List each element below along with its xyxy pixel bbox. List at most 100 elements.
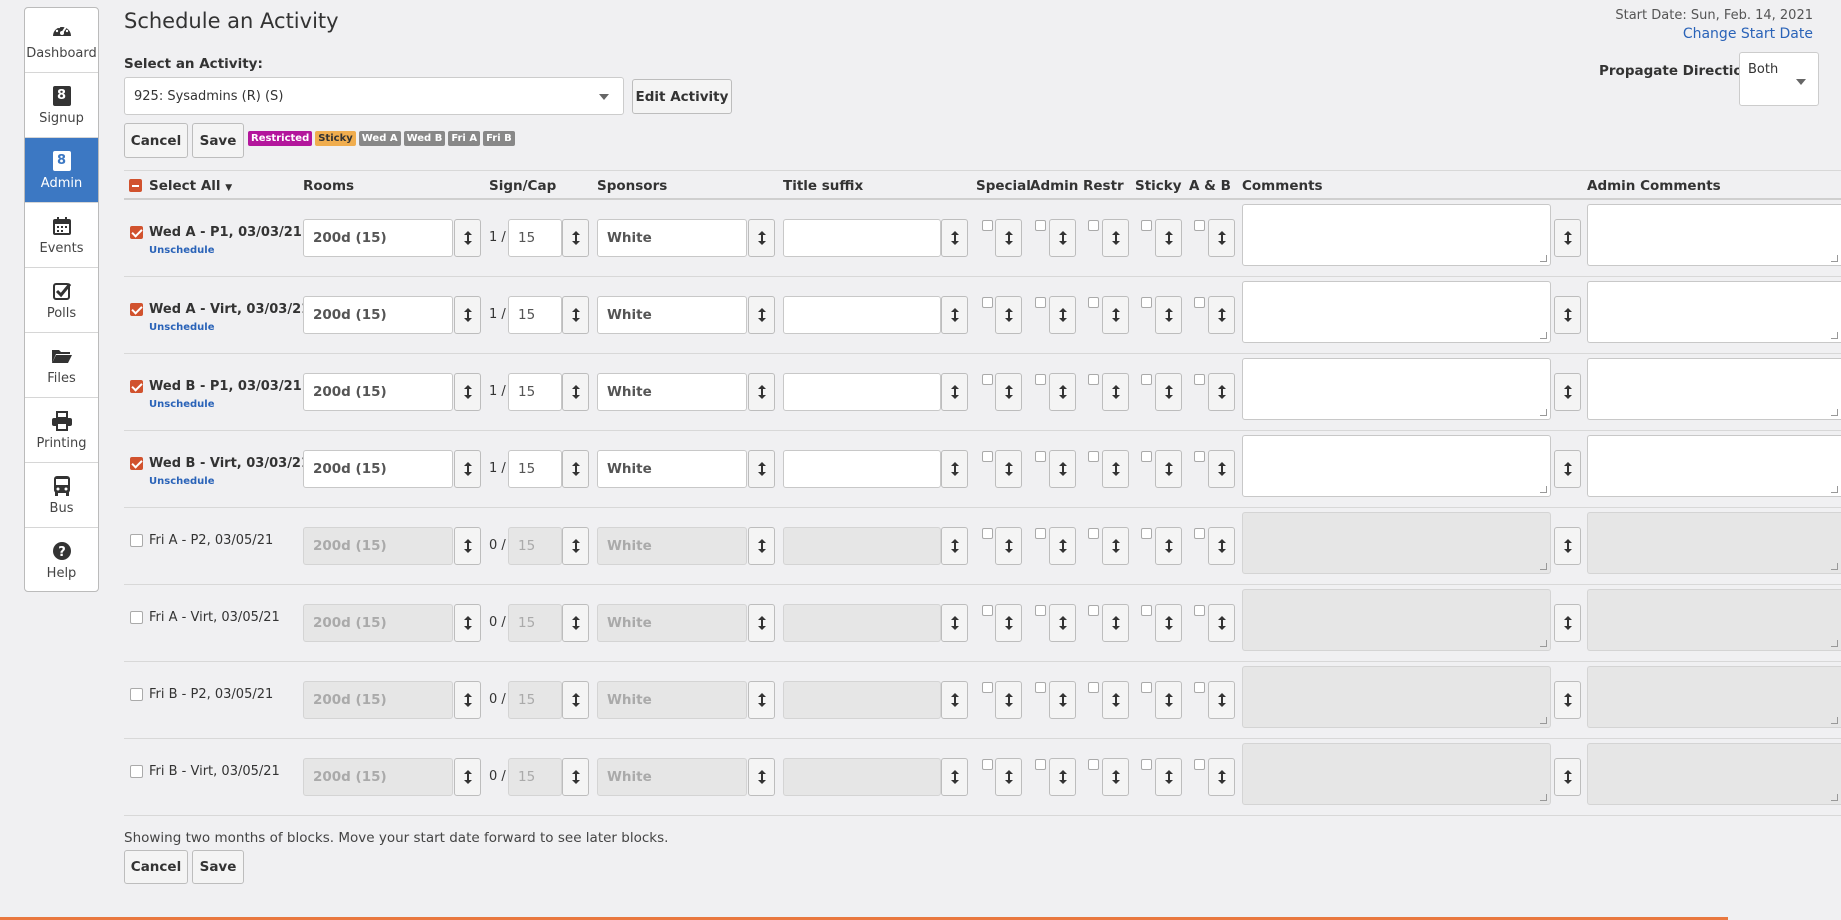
propagate-button[interactable] — [1102, 373, 1129, 411]
rooms-input[interactable]: 200d (15) — [303, 373, 453, 411]
sponsors-input[interactable]: White — [597, 527, 747, 565]
propagate-button[interactable] — [941, 296, 968, 334]
flag-checkbox[interactable] — [1035, 374, 1046, 385]
propagate-button[interactable] — [454, 219, 481, 257]
propagate-button[interactable] — [1554, 219, 1581, 257]
title-suffix-input[interactable] — [783, 681, 941, 719]
flag-checkbox[interactable] — [1088, 220, 1099, 231]
admin-comments-textarea[interactable] — [1587, 358, 1841, 420]
flag-checkbox[interactable] — [982, 528, 993, 539]
comments-textarea[interactable] — [1242, 666, 1551, 728]
propagate-button[interactable] — [1049, 219, 1076, 257]
propagate-button[interactable] — [1155, 681, 1182, 719]
propagate-button[interactable] — [1554, 373, 1581, 411]
flag-checkbox[interactable] — [1194, 297, 1205, 308]
propagate-button[interactable] — [1155, 758, 1182, 796]
propagate-button[interactable] — [995, 296, 1022, 334]
row-select-checkbox[interactable] — [130, 688, 143, 701]
capacity-input[interactable]: 15 — [508, 450, 562, 488]
propagate-button[interactable] — [1208, 373, 1235, 411]
flag-checkbox[interactable] — [1088, 605, 1099, 616]
propagate-button[interactable] — [1155, 219, 1182, 257]
propagate-button[interactable] — [748, 604, 775, 642]
title-suffix-input[interactable] — [783, 296, 941, 334]
propagate-button[interactable] — [454, 373, 481, 411]
propagate-button[interactable] — [995, 450, 1022, 488]
propagate-button[interactable] — [562, 758, 589, 796]
comments-textarea[interactable] — [1242, 281, 1551, 343]
rooms-input[interactable]: 200d (15) — [303, 296, 453, 334]
sidebar-item-printing[interactable]: Printing — [25, 398, 98, 463]
sidebar-item-dashboard[interactable]: Dashboard — [25, 8, 98, 73]
admin-comments-textarea[interactable] — [1587, 204, 1841, 266]
flag-checkbox[interactable] — [1141, 528, 1152, 539]
propagate-button[interactable] — [1049, 604, 1076, 642]
propagate-button[interactable] — [941, 604, 968, 642]
row-select-checkbox[interactable] — [130, 534, 143, 547]
activity-select[interactable]: 925: Sysadmins (R) (S) — [124, 77, 624, 115]
change-start-date-link[interactable]: Change Start Date — [1683, 26, 1813, 42]
propagate-button[interactable] — [941, 681, 968, 719]
sponsors-input[interactable]: White — [597, 604, 747, 642]
flag-checkbox[interactable] — [982, 297, 993, 308]
row-select-checkbox[interactable] — [130, 226, 143, 239]
propagate-button[interactable] — [562, 450, 589, 488]
propagate-button[interactable] — [1102, 758, 1129, 796]
propagate-button[interactable] — [1049, 296, 1076, 334]
propagate-button[interactable] — [1155, 604, 1182, 642]
flag-checkbox[interactable] — [1194, 682, 1205, 693]
capacity-input[interactable]: 15 — [508, 758, 562, 796]
sponsors-input[interactable]: White — [597, 681, 747, 719]
propagate-button[interactable] — [1208, 219, 1235, 257]
sponsors-input[interactable]: White — [597, 758, 747, 796]
row-select-checkbox[interactable] — [130, 303, 143, 316]
propagate-button[interactable] — [562, 527, 589, 565]
propagate-button[interactable] — [1208, 450, 1235, 488]
propagate-button[interactable] — [1102, 450, 1129, 488]
unschedule-link[interactable]: Unschedule — [149, 322, 215, 333]
flag-checkbox[interactable] — [1141, 297, 1152, 308]
flag-checkbox[interactable] — [1141, 374, 1152, 385]
propagate-button[interactable] — [995, 604, 1022, 642]
propagate-button[interactable] — [1208, 758, 1235, 796]
sidebar-item-admin[interactable]: 8 Admin — [25, 138, 98, 203]
propagate-button[interactable] — [562, 296, 589, 334]
row-select-checkbox[interactable] — [130, 765, 143, 778]
select-all-checkbox[interactable] — [129, 179, 142, 192]
title-suffix-input[interactable] — [783, 527, 941, 565]
propagate-button[interactable] — [562, 373, 589, 411]
propagate-button[interactable] — [748, 758, 775, 796]
flag-checkbox[interactable] — [1035, 605, 1046, 616]
capacity-input[interactable]: 15 — [508, 681, 562, 719]
sidebar-item-polls[interactable]: Polls — [25, 268, 98, 333]
propagate-button[interactable] — [941, 527, 968, 565]
rooms-input[interactable]: 200d (15) — [303, 681, 453, 719]
propagate-button[interactable] — [1155, 450, 1182, 488]
propagate-button[interactable] — [995, 219, 1022, 257]
propagate-button[interactable] — [941, 450, 968, 488]
propagate-button[interactable] — [1049, 527, 1076, 565]
admin-comments-textarea[interactable] — [1587, 666, 1841, 728]
propagate-button[interactable] — [1049, 373, 1076, 411]
propagate-button[interactable] — [1049, 450, 1076, 488]
sidebar-item-help[interactable]: ? Help — [25, 528, 98, 591]
propagate-button[interactable] — [454, 604, 481, 642]
propagate-button[interactable] — [1102, 604, 1129, 642]
propagate-button[interactable] — [562, 604, 589, 642]
propagate-button[interactable] — [562, 219, 589, 257]
flag-checkbox[interactable] — [1035, 528, 1046, 539]
sidebar-item-signup[interactable]: 8 Signup — [25, 73, 98, 138]
propagate-direction-select[interactable]: Both — [1739, 52, 1819, 106]
comments-textarea[interactable] — [1242, 204, 1551, 266]
title-suffix-input[interactable] — [783, 373, 941, 411]
comments-textarea[interactable] — [1242, 589, 1551, 651]
propagate-button[interactable] — [454, 296, 481, 334]
row-select-checkbox[interactable] — [130, 611, 143, 624]
cancel-button-bottom[interactable]: Cancel — [124, 850, 188, 884]
sidebar-item-files[interactable]: Files — [25, 333, 98, 398]
propagate-button[interactable] — [748, 527, 775, 565]
select-all-dropdown[interactable]: Select All ▼ — [149, 178, 232, 194]
flag-checkbox[interactable] — [1035, 759, 1046, 770]
propagate-button[interactable] — [941, 758, 968, 796]
flag-checkbox[interactable] — [1088, 297, 1099, 308]
